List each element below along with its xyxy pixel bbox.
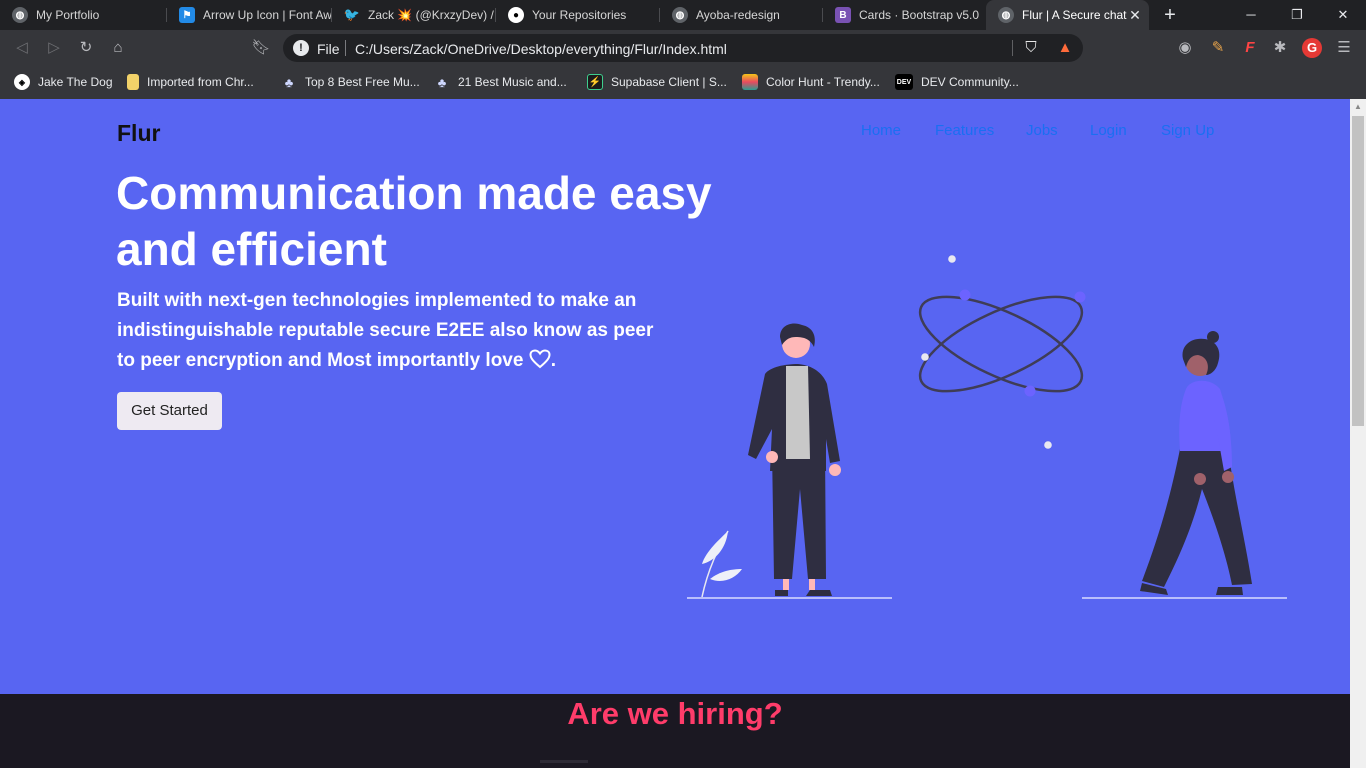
tab-title: Flur | A Secure chat: [1022, 8, 1127, 22]
page-viewport: Flur Home Features Jobs Login Sign Up Co…: [0, 99, 1350, 768]
divider: [345, 40, 346, 56]
dev-icon: DEV: [895, 74, 913, 90]
bookmark-label: DEV Community...: [921, 75, 1019, 89]
profile-avatar[interactable]: G: [1300, 36, 1324, 60]
atom-illustration: [918, 255, 1086, 449]
bookmark-label: Supabase Client | S...: [611, 75, 727, 89]
tab-title: Your Repositories: [532, 8, 627, 22]
get-started-button[interactable]: Get Started: [117, 392, 222, 430]
heart-icon: [529, 349, 551, 369]
fontawesome-flag-icon: ⚑: [179, 7, 195, 23]
menu-icon[interactable]: ☰: [1332, 36, 1356, 60]
bookmark-label: Imported from Chr...: [147, 75, 254, 89]
hero-title: Communication made easy and efficient: [116, 167, 712, 275]
scroll-up-arrow-icon[interactable]: ▲: [1350, 99, 1366, 115]
tab-title: Arrow Up Icon | Font Aw: [203, 8, 332, 22]
tab-title: Cards · Bootstrap v5.0: [859, 8, 980, 22]
hero-subtitle-end: .: [550, 350, 557, 371]
tab-github-repositories[interactable]: ● Your Repositories: [496, 0, 660, 30]
brave-shield-icon[interactable]: ⛉: [1019, 36, 1043, 60]
hero-section: Flur Home Features Jobs Login Sign Up Co…: [0, 99, 1350, 694]
nav-link-features[interactable]: Features: [935, 122, 994, 139]
nav-link-signup[interactable]: Sign Up: [1161, 122, 1214, 139]
octopus-icon: ♣: [284, 74, 294, 90]
extension-pen-icon[interactable]: ✎: [1206, 36, 1230, 60]
nav-link-home[interactable]: Home: [861, 122, 901, 139]
bookmark-item[interactable]: ♣ Top 8 Best Free Mu...: [281, 72, 420, 92]
back-button[interactable]: ◁: [10, 36, 34, 60]
home-button[interactable]: ⌂: [106, 36, 130, 60]
tab-my-portfolio[interactable]: ◍ My Portfolio: [0, 0, 167, 30]
extension-f-icon[interactable]: F: [1238, 36, 1262, 60]
plant-illustration: [701, 530, 742, 598]
nav-link-jobs[interactable]: Jobs: [1026, 122, 1058, 139]
codepen-icon: ◈: [14, 74, 30, 90]
man-illustration: [748, 323, 841, 596]
bookmark-item[interactable]: ♣ 21 Best Music and...: [434, 72, 567, 92]
restore-button[interactable]: ❐: [1274, 0, 1320, 30]
scrollbar-thumb[interactable]: [1352, 116, 1364, 426]
bookmark-item[interactable]: Color Hunt - Trendy...: [742, 72, 880, 92]
minimize-button[interactable]: ─: [1228, 0, 1274, 30]
tab-strip: ◍ My Portfolio ⚑ Arrow Up Icon | Font Aw…: [0, 0, 1366, 30]
hero-subtitle-text: Built with next-gen technologies impleme…: [117, 290, 654, 371]
tab-title: Ayoba-redesign: [696, 8, 780, 22]
globe-icon: ◍: [12, 7, 28, 23]
url-text[interactable]: C:/Users/Zack/OneDrive/Desktop/everythin…: [355, 41, 727, 57]
supabase-icon: ⚡: [587, 74, 603, 90]
bookmark-item[interactable]: ◈ Jake The Dog: [14, 72, 113, 92]
brave-rewards-icon[interactable]: ▲: [1053, 36, 1077, 60]
extension-owl-icon[interactable]: ◉: [1173, 36, 1197, 60]
bookmark-label: Top 8 Best Free Mu...: [305, 75, 420, 89]
divider: [1012, 40, 1013, 56]
close-tab-icon[interactable]: ✕: [1127, 7, 1143, 24]
extensions-puzzle-icon[interactable]: ✱: [1268, 36, 1292, 60]
hero-subtitle: Built with next-gen technologies impleme…: [117, 286, 662, 376]
globe-icon: ◍: [672, 7, 688, 23]
bookmark-label: Jake The Dog: [38, 75, 113, 89]
bookmark-item[interactable]: DEV DEV Community...: [895, 72, 1019, 92]
bookmark-label: 21 Best Music and...: [458, 75, 567, 89]
colorhunt-icon: [742, 74, 758, 90]
hero-illustration: [687, 255, 1287, 599]
tab-title: Zack 💥 (@KrxzyDev) / T: [368, 8, 496, 22]
globe-icon: ◍: [998, 7, 1014, 23]
tab-bootstrap-cards[interactable]: B Cards · Bootstrap v5.0: [823, 0, 986, 30]
close-window-button[interactable]: ✕: [1320, 0, 1366, 30]
info-icon[interactable]: !: [293, 40, 309, 56]
divider: [540, 760, 588, 763]
octopus-icon: ♣: [437, 74, 447, 90]
woman-illustration: [1140, 331, 1252, 595]
tab-arrow-up-icon[interactable]: ⚑ Arrow Up Icon | Font Aw: [167, 0, 332, 30]
bookmark-folder[interactable]: Imported from Chr...: [127, 72, 254, 92]
bookmark-label: Color Hunt - Trendy...: [766, 75, 880, 89]
tab-flur-active[interactable]: ◍ Flur | A Secure chat ✕: [986, 0, 1149, 30]
forward-button[interactable]: ▷: [42, 36, 66, 60]
bookmark-button[interactable]: 🔖︎: [249, 36, 273, 60]
folder-icon: [127, 74, 139, 90]
brand-logo[interactable]: Flur: [117, 120, 160, 147]
hiring-title: Are we hiring?: [567, 696, 783, 731]
hiring-section: Are we hiring?: [0, 694, 1350, 768]
nav-link-login[interactable]: Login: [1090, 122, 1127, 139]
tab-ayoba-redesign[interactable]: ◍ Ayoba-redesign: [660, 0, 823, 30]
github-icon: ●: [508, 7, 524, 23]
bootstrap-icon: B: [835, 7, 851, 23]
twitter-icon: 🐦: [343, 7, 361, 22]
tab-twitter[interactable]: 🐦 Zack 💥 (@KrxzyDev) / T: [332, 0, 496, 30]
new-tab-button[interactable]: +: [1158, 3, 1182, 27]
scheme-label: File: [317, 41, 340, 57]
bookmark-item[interactable]: ⚡ Supabase Client | S...: [587, 72, 727, 92]
reload-button[interactable]: ↻: [74, 36, 98, 60]
tab-title: My Portfolio: [36, 8, 100, 22]
